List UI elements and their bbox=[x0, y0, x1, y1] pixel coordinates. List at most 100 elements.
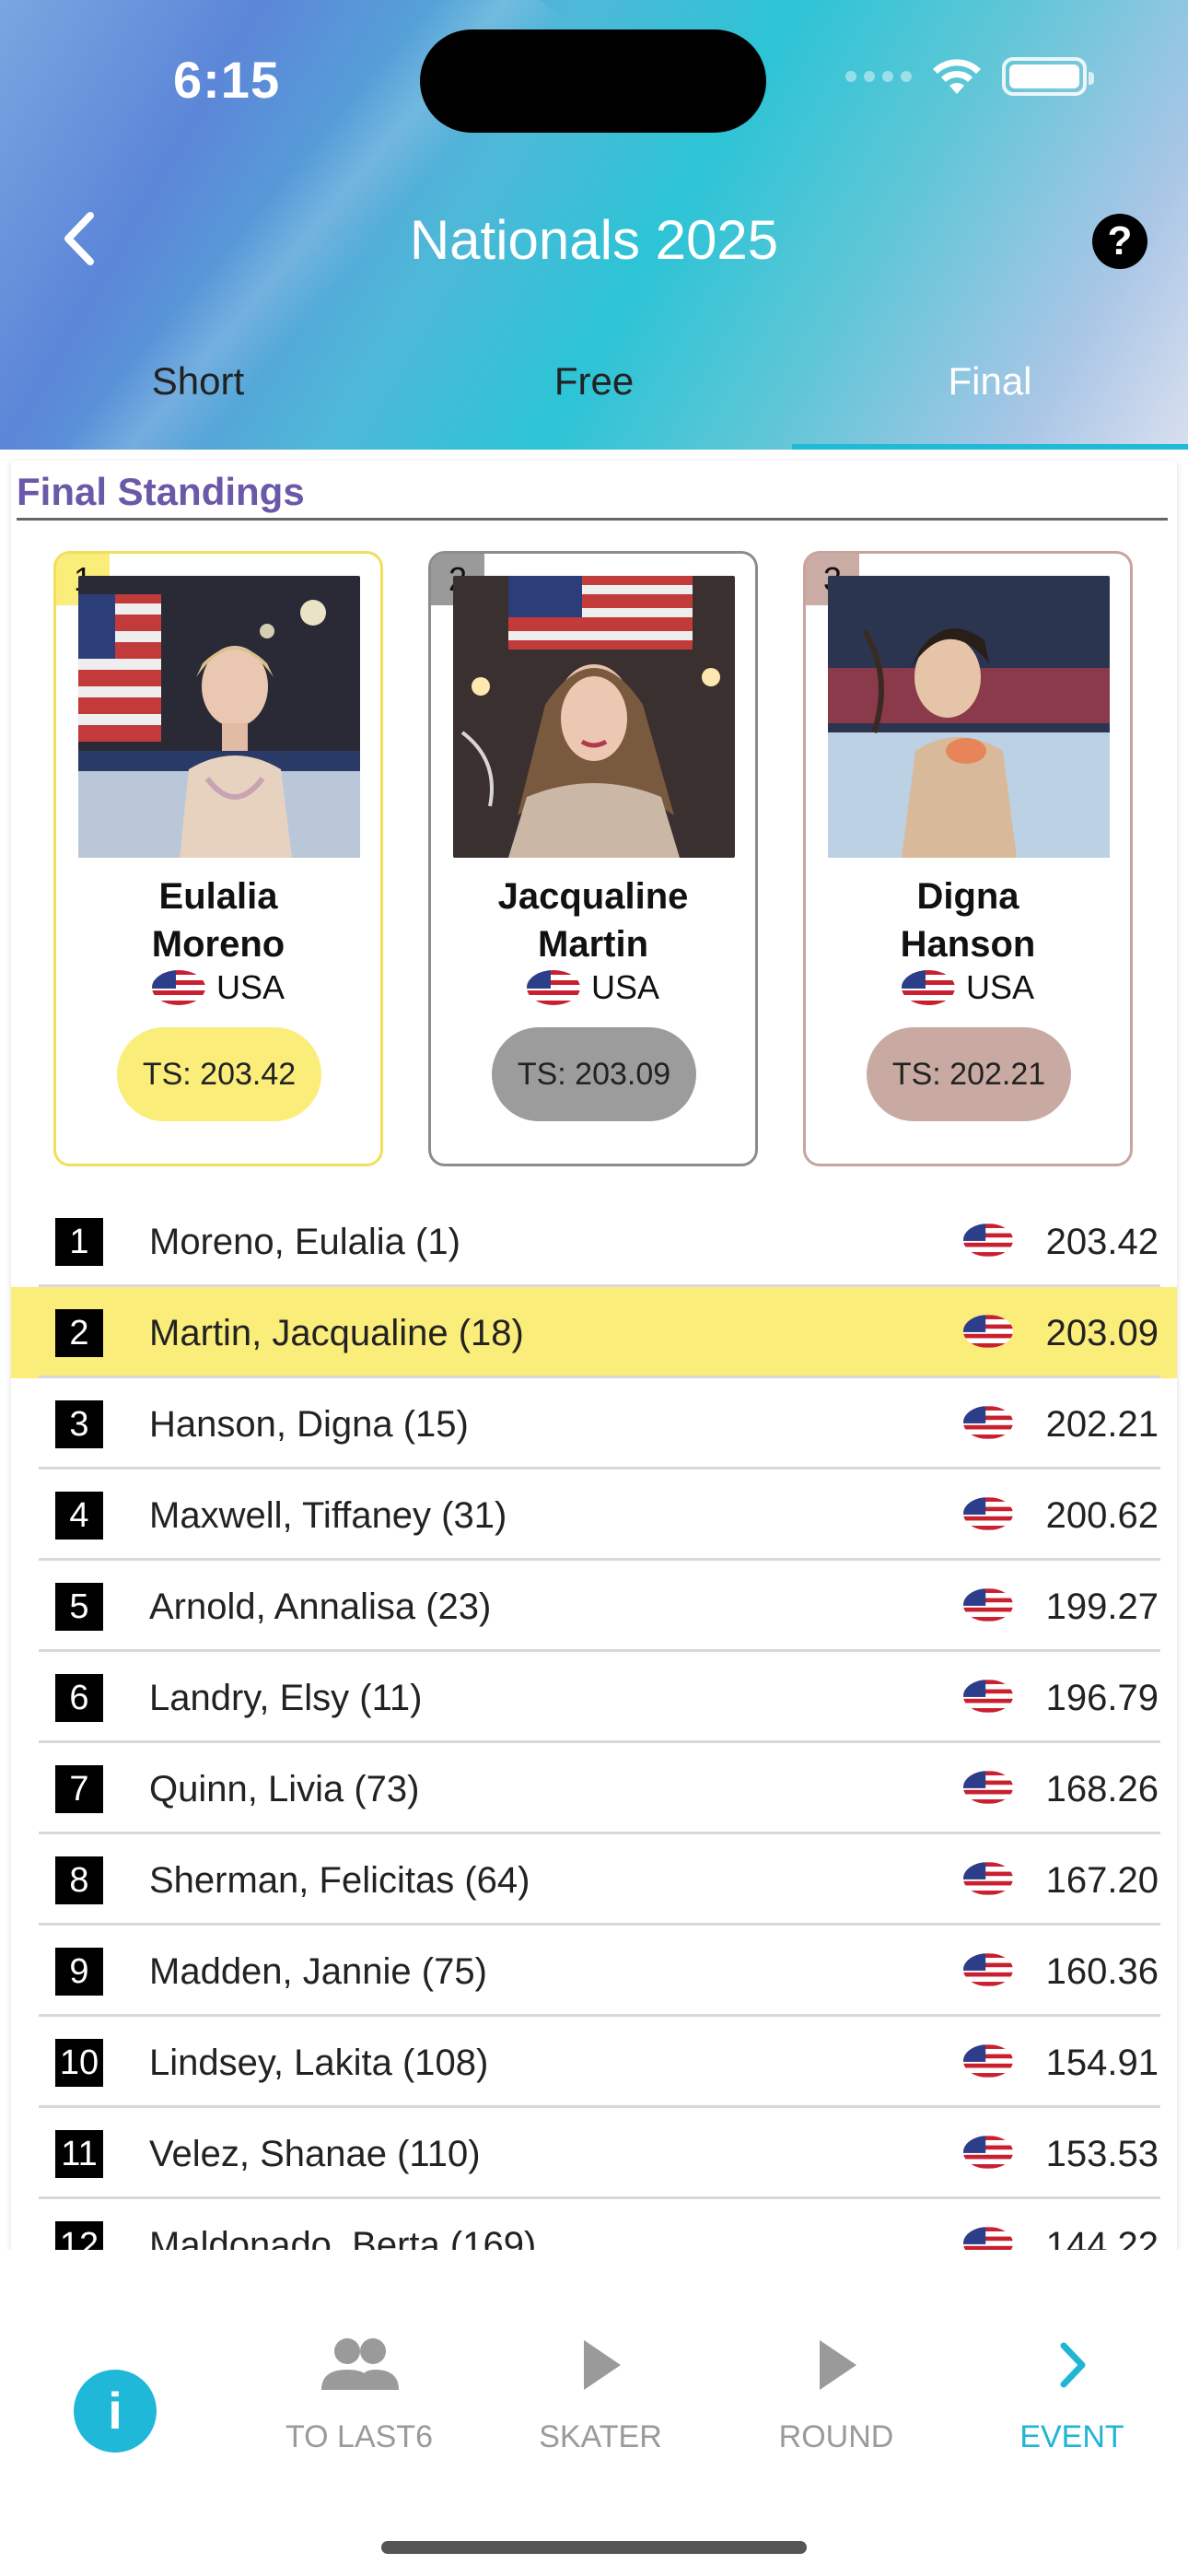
usa-flag-icon bbox=[151, 970, 205, 1005]
total-score: 202.21 bbox=[1045, 1404, 1159, 1445]
rank-badge: 9 bbox=[55, 1948, 103, 1996]
bottom-nav: i TO LAST6 SKATER ROUND EVENT bbox=[0, 2250, 1188, 2576]
podium-country: USA bbox=[431, 968, 755, 1007]
usa-flag-icon bbox=[963, 1771, 1013, 1804]
podium-card-second[interactable]: 2 Jacqualine Martin bbox=[428, 551, 758, 1166]
section-divider bbox=[17, 518, 1168, 521]
skater-name: Lindsey, Lakita (108) bbox=[149, 2043, 489, 2083]
total-score: 203.09 bbox=[1045, 1313, 1159, 1353]
total-score: 153.53 bbox=[1045, 2134, 1159, 2174]
usa-flag-icon bbox=[901, 970, 955, 1005]
rank-badge: 8 bbox=[55, 1856, 103, 1904]
section-title: Final Standings bbox=[17, 470, 305, 513]
rank-badge: 6 bbox=[55, 1674, 103, 1722]
skater-name: Velez, Shanae (110) bbox=[149, 2134, 481, 2174]
standings-row[interactable]: 2 Martin, Jacqualine (18) 203.09 bbox=[11, 1287, 1177, 1378]
usa-flag-icon bbox=[526, 970, 580, 1005]
standings-row[interactable]: 1 Moreno, Eulalia (1) 203.42 bbox=[11, 1196, 1177, 1287]
standings-row[interactable]: 5 Arnold, Annalisa (23) 199.27 bbox=[11, 1561, 1177, 1652]
rank-badge: 5 bbox=[55, 1583, 103, 1631]
play-icon bbox=[584, 2340, 621, 2390]
podium-total-score: TS: 203.09 bbox=[492, 1027, 696, 1121]
standings-row[interactable]: 10 Lindsey, Lakita (108) 154.91 bbox=[11, 2017, 1177, 2108]
usa-flag-icon bbox=[963, 2044, 1013, 2078]
total-score: 160.36 bbox=[1045, 1951, 1159, 1992]
status-time: 6:15 bbox=[173, 51, 281, 109]
skater-photo bbox=[78, 576, 360, 858]
skater-photo bbox=[828, 576, 1110, 858]
skater-name: Arnold, Annalisa (23) bbox=[149, 1587, 492, 1627]
rank-badge: 4 bbox=[55, 1492, 103, 1540]
usa-flag-icon bbox=[963, 1953, 1013, 1986]
standings-panel: Final Standings 1 Eulalia bbox=[11, 461, 1177, 2250]
tab-free[interactable]: Free bbox=[396, 348, 792, 450]
round-tabs: Short Free Final bbox=[0, 348, 1188, 450]
chevron-right-icon bbox=[1060, 2342, 1086, 2388]
usa-flag-icon bbox=[963, 2136, 1013, 2169]
podium-skater-name: Digna Hanson bbox=[900, 876, 1036, 965]
app-header: 6:15 Nationals 2025 ? Short Free Final bbox=[0, 0, 1188, 450]
battery-icon bbox=[1002, 57, 1094, 96]
total-score: 167.20 bbox=[1045, 1860, 1159, 1901]
page-title: Nationals 2025 bbox=[409, 209, 779, 271]
podium-country: USA bbox=[56, 968, 380, 1007]
skater-name: Maxwell, Tiffaney (31) bbox=[149, 1495, 507, 1536]
podium-card-third[interactable]: 3 Digna Hanson USA TS: 202. bbox=[803, 551, 1133, 1166]
usa-flag-icon bbox=[963, 1680, 1013, 1713]
standings-row[interactable]: 11 Velez, Shanae (110) 153.53 bbox=[11, 2108, 1177, 2199]
standings-row[interactable]: 9 Madden, Jannie (75) 160.36 bbox=[11, 1926, 1177, 2017]
standings-row[interactable]: 6 Landry, Elsy (11) 196.79 bbox=[11, 1652, 1177, 1743]
total-score: 196.79 bbox=[1045, 1678, 1159, 1718]
podium-card-first[interactable]: 1 Eulalia Moreno bbox=[53, 551, 383, 1166]
nav-round[interactable]: ROUND bbox=[735, 2324, 938, 2455]
skater-name: Sherman, Felicitas (64) bbox=[149, 1860, 530, 1901]
podium: 1 Eulalia Moreno bbox=[53, 551, 1140, 1166]
total-score: 203.42 bbox=[1045, 1222, 1159, 1262]
podium-total-score: TS: 203.42 bbox=[117, 1027, 321, 1121]
rank-badge: 7 bbox=[55, 1765, 103, 1813]
standings-row[interactable]: 12 Maldonado, Berta (169) 144.22 bbox=[11, 2199, 1177, 2250]
cellular-signal-icon bbox=[845, 71, 912, 82]
usa-flag-icon bbox=[963, 1588, 1013, 1622]
tab-final[interactable]: Final bbox=[792, 348, 1188, 450]
tab-short[interactable]: Short bbox=[0, 348, 396, 450]
usa-flag-icon bbox=[963, 1406, 1013, 1439]
rank-badge: 11 bbox=[55, 2130, 103, 2178]
usa-flag-icon bbox=[963, 1862, 1013, 1895]
nav-event[interactable]: EVENT bbox=[971, 2324, 1173, 2455]
skater-name: Martin, Jacqualine (18) bbox=[149, 1313, 524, 1353]
standings-row[interactable]: 8 Sherman, Felicitas (64) 167.20 bbox=[11, 1834, 1177, 1926]
usa-flag-icon bbox=[963, 1224, 1013, 1257]
total-score: 168.26 bbox=[1045, 1769, 1159, 1809]
total-score: 144.22 bbox=[1045, 2225, 1159, 2250]
nav-skater[interactable]: SKATER bbox=[499, 2324, 702, 2455]
usa-flag-icon bbox=[963, 2227, 1013, 2250]
rank-badge: 2 bbox=[55, 1309, 103, 1357]
wifi-icon bbox=[933, 59, 981, 94]
play-icon bbox=[820, 2340, 856, 2390]
info-icon[interactable]: i bbox=[74, 2370, 157, 2453]
dynamic-island bbox=[420, 29, 766, 133]
people-icon bbox=[321, 2338, 399, 2390]
skater-photo bbox=[453, 576, 735, 858]
rank-badge: 1 bbox=[55, 1218, 103, 1266]
total-score: 200.62 bbox=[1045, 1495, 1159, 1536]
skater-name: Landry, Elsy (11) bbox=[149, 1678, 423, 1718]
skater-name: Hanson, Digna (15) bbox=[149, 1404, 469, 1445]
skater-name: Maldonado, Berta (169) bbox=[149, 2225, 537, 2250]
usa-flag-icon bbox=[963, 1315, 1013, 1348]
standings-row[interactable]: 7 Quinn, Livia (73) 168.26 bbox=[11, 1743, 1177, 1834]
nav-to-last6[interactable]: TO LAST6 bbox=[258, 2324, 460, 2455]
rank-badge: 10 bbox=[55, 2039, 103, 2087]
help-icon[interactable]: ? bbox=[1092, 214, 1147, 269]
podium-total-score: TS: 202.21 bbox=[867, 1027, 1071, 1121]
total-score: 154.91 bbox=[1045, 2043, 1159, 2083]
total-score: 199.27 bbox=[1045, 1587, 1159, 1627]
usa-flag-icon bbox=[963, 1497, 1013, 1530]
standings-row[interactable]: 4 Maxwell, Tiffaney (31) 200.62 bbox=[11, 1469, 1177, 1561]
status-icons bbox=[845, 57, 1094, 96]
standings-row[interactable]: 3 Hanson, Digna (15) 202.21 bbox=[11, 1378, 1177, 1469]
rank-badge: 12 bbox=[55, 2221, 103, 2250]
rank-badge: 3 bbox=[55, 1400, 103, 1448]
standings-list: 1 Moreno, Eulalia (1) 203.42 2 Martin, Jacqu… bbox=[11, 1196, 1177, 2250]
